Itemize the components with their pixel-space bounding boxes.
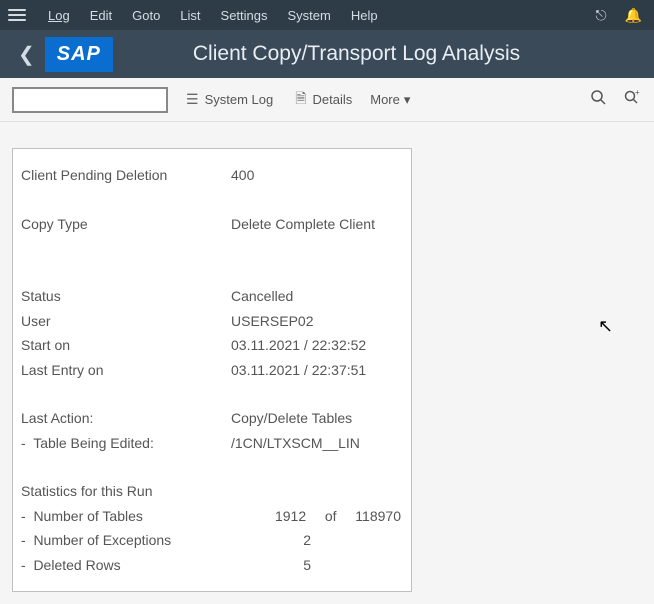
more-label: More <box>370 92 400 107</box>
copy-type-label: Copy Type <box>19 212 231 237</box>
menu-log[interactable]: Log <box>38 0 80 30</box>
content: Client Pending Deletion 400 Copy Type De… <box>0 122 654 604</box>
num-exceptions-value: 2 <box>231 528 311 553</box>
command-input[interactable] <box>12 87 168 113</box>
copy-type-value: Delete Complete Client <box>231 212 405 237</box>
deleted-rows-label: - Deleted Rows <box>19 553 231 578</box>
num-tables-label: - Number of Tables <box>19 504 227 529</box>
toolbar: ☰ System Log 🗎 Details More ▾ + <box>0 78 654 122</box>
more-button[interactable]: More ▾ <box>370 92 410 108</box>
search-icon[interactable] <box>590 89 606 110</box>
menu-help[interactable]: Help <box>341 0 388 30</box>
titlebar: ❮ SAP Client Copy/Transport Log Analysis <box>0 30 654 78</box>
menubar: Log Edit Goto List Settings System Help … <box>0 0 654 30</box>
back-button[interactable]: ❮ <box>8 42 45 67</box>
svg-text:+: + <box>635 89 640 97</box>
status-label: Status <box>19 284 231 309</box>
sap-logo: SAP <box>45 37 113 72</box>
info-panel: Client Pending Deletion 400 Copy Type De… <box>12 148 412 592</box>
deleted-rows-value: 5 <box>231 553 311 578</box>
details-button[interactable]: 🗎 Details <box>291 86 356 114</box>
start-on-value: 03.11.2021 / 22:32:52 <box>231 333 405 358</box>
table-edited-value: /1CN/LTXSCM__LIN <box>231 431 405 456</box>
user-label: User <box>19 309 231 334</box>
menu-goto[interactable]: Goto <box>122 0 170 30</box>
details-label: Details <box>312 92 352 107</box>
menu-system[interactable]: System <box>278 0 341 30</box>
menu-settings[interactable]: Settings <box>211 0 278 30</box>
menu-edit[interactable]: Edit <box>80 0 122 30</box>
num-tables-total: 118970 <box>355 504 405 529</box>
system-log-icon: ☰ <box>186 91 199 108</box>
user-value: USERSEP02 <box>231 309 405 334</box>
client-pending-value: 400 <box>231 163 405 188</box>
page-title: Client Copy/Transport Log Analysis <box>133 42 646 66</box>
last-action-label: Last Action: <box>19 406 231 431</box>
hamburger-icon[interactable] <box>8 6 26 24</box>
num-exceptions-label: - Number of Exceptions <box>19 528 231 553</box>
status-value: Cancelled <box>231 284 405 309</box>
details-icon: 🗎 <box>295 88 306 112</box>
system-log-label: System Log <box>205 92 274 107</box>
chevron-down-icon: ▾ <box>404 92 411 108</box>
last-action-value: Copy/Delete Tables <box>231 406 405 431</box>
status-icon[interactable]: ⎋ <box>591 7 610 24</box>
last-entry-label: Last Entry on <box>19 358 231 383</box>
menu-list[interactable]: List <box>170 0 210 30</box>
system-log-button[interactable]: ☰ System Log <box>182 89 277 110</box>
last-entry-value: 03.11.2021 / 22:37:51 <box>231 358 405 383</box>
table-edited-label: - Table Being Edited: <box>19 431 231 456</box>
num-tables-current: 1912 <box>227 504 306 529</box>
client-pending-label: Client Pending Deletion <box>19 163 231 188</box>
search-next-icon[interactable]: + <box>624 89 642 110</box>
notification-icon[interactable]: 🔔 <box>621 7 646 24</box>
num-tables-of: of <box>306 504 355 529</box>
start-on-label: Start on <box>19 333 231 358</box>
stats-heading: Statistics for this Run <box>19 479 231 504</box>
